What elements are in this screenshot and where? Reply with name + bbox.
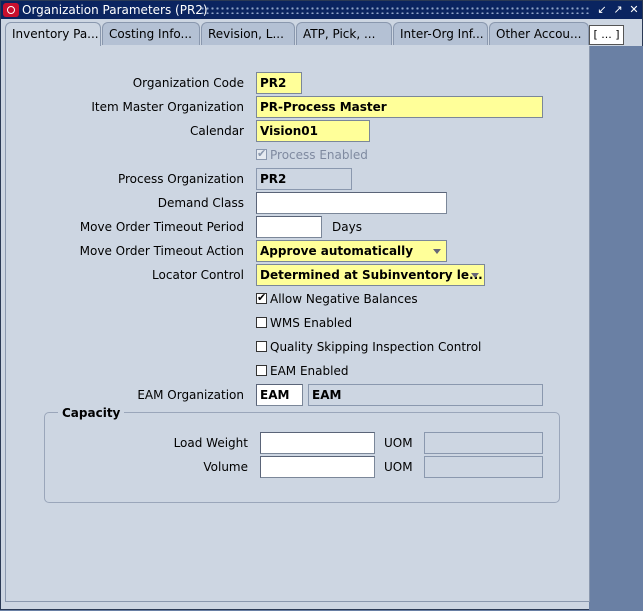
quality-skipping-label: Quality Skipping Inspection Control xyxy=(270,340,482,354)
allow-negative-label: Allow Negative Balances xyxy=(270,292,418,306)
oracle-icon xyxy=(3,3,19,17)
load-weight-label: Load Weight xyxy=(173,436,248,450)
volume-label: Volume xyxy=(203,460,248,474)
org-code-label: Organization Code xyxy=(132,76,244,90)
chevron-down-icon[interactable] xyxy=(468,267,482,283)
more-tabs-button[interactable]: [ ... ] xyxy=(589,25,624,45)
volume-field[interactable] xyxy=(260,456,375,478)
close-icon[interactable]: ✕ xyxy=(627,3,641,17)
volume-uom-field xyxy=(424,456,543,478)
eam-org-field[interactable]: EAM xyxy=(256,384,303,406)
demand-class-label: Demand Class xyxy=(157,196,244,210)
wms-enabled-checkbox[interactable] xyxy=(256,317,267,328)
right-margin xyxy=(589,46,643,611)
tab-costing-information[interactable]: Costing Info... xyxy=(102,22,200,45)
eam-enabled-checkbox[interactable] xyxy=(256,365,267,376)
item-master-label: Item Master Organization xyxy=(91,100,244,114)
volume-uom-label: UOM xyxy=(384,460,413,474)
move-timeout-action-value: Approve automatically xyxy=(260,244,414,258)
eam-org-description: EAM xyxy=(308,384,543,406)
allow-negative-checkbox[interactable] xyxy=(256,291,267,304)
title-bar[interactable]: Organization Parameters (PR2) ↙ ↗ ✕ xyxy=(1,1,642,19)
move-timeout-period-label: Move Order Timeout Period xyxy=(79,220,244,234)
window-title: Organization Parameters (PR2) xyxy=(22,3,208,17)
title-grip xyxy=(200,6,590,14)
tab-other-accounts[interactable]: Other Accou... xyxy=(489,22,589,45)
tab-inter-org-information[interactable]: Inter-Org Inf... xyxy=(393,22,488,45)
locator-control-select[interactable]: Determined at Subinventory le... xyxy=(256,264,485,286)
calendar-field[interactable]: Vision01 xyxy=(256,120,370,142)
locator-control-label: Locator Control xyxy=(152,268,244,282)
item-master-field[interactable]: PR-Process Master xyxy=(256,96,543,118)
organization-parameters-window: Organization Parameters (PR2) ↙ ↗ ✕ Inve… xyxy=(0,0,643,611)
calendar-label: Calendar xyxy=(190,124,244,138)
process-enabled-label: Process Enabled xyxy=(270,148,368,162)
days-unit-label: Days xyxy=(332,220,362,234)
maximize-icon[interactable]: ↗ xyxy=(611,3,625,17)
tab-strip: Inventory Pa... Costing Info... Revision… xyxy=(5,22,605,47)
chevron-down-icon[interactable] xyxy=(430,243,444,259)
tab-inventory-parameters[interactable]: Inventory Pa... xyxy=(5,22,101,47)
load-weight-uom-field xyxy=(424,432,543,454)
process-org-field: PR2 xyxy=(256,168,352,190)
locator-control-value: Determined at Subinventory le... xyxy=(260,268,483,282)
minimize-icon[interactable]: ↙ xyxy=(595,3,609,17)
wms-enabled-label: WMS Enabled xyxy=(270,316,353,330)
eam-org-label: EAM Organization xyxy=(137,388,244,402)
move-timeout-action-label: Move Order Timeout Action xyxy=(79,244,244,258)
org-code-field[interactable]: PR2 xyxy=(256,72,302,94)
demand-class-field[interactable] xyxy=(256,192,447,214)
process-org-label: Process Organization xyxy=(117,172,244,186)
load-weight-field[interactable] xyxy=(260,432,375,454)
tab-revision-lot-serial[interactable]: Revision, L... xyxy=(201,22,295,45)
load-weight-uom-label: UOM xyxy=(384,436,413,450)
tab-atp-pick[interactable]: ATP, Pick, ... xyxy=(296,22,392,45)
process-enabled-checkbox xyxy=(256,147,267,160)
eam-enabled-label: EAM Enabled xyxy=(270,364,349,378)
quality-skipping-checkbox[interactable] xyxy=(256,341,267,352)
move-timeout-action-select[interactable]: Approve automatically xyxy=(256,240,447,262)
capacity-title: Capacity xyxy=(58,406,125,420)
move-timeout-period-field[interactable] xyxy=(256,216,322,238)
